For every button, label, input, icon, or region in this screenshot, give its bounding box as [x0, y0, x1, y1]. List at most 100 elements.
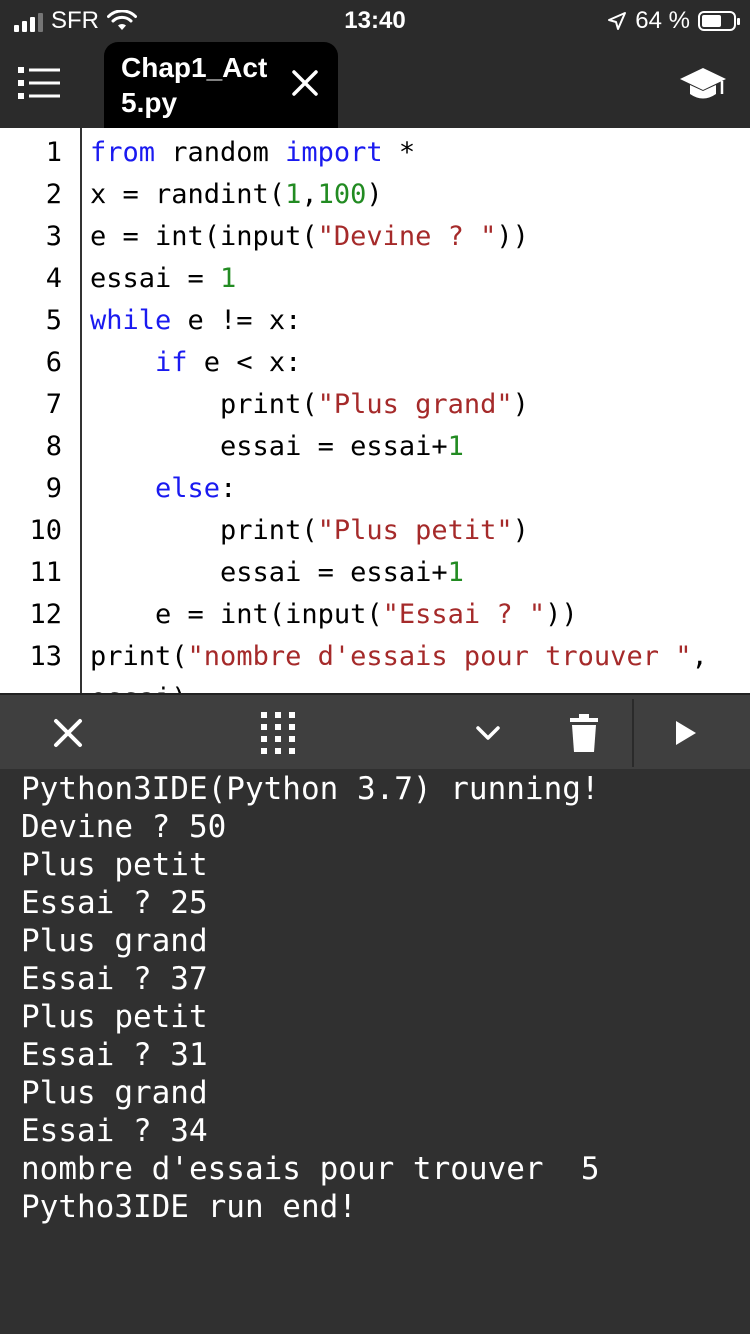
code-token: ) — [512, 389, 529, 420]
code-text: print("Plus petit") — [90, 510, 529, 552]
code-token: 1 — [285, 179, 302, 210]
code-line[interactable]: 1 from random import * — [0, 132, 750, 174]
code-text: e = int(input("Essai ? ")) — [90, 594, 578, 636]
clear-console-button[interactable] — [544, 695, 624, 771]
line-number: 9 — [45, 473, 62, 504]
line-number: 11 — [29, 557, 62, 588]
code-text: essai = essai+1 — [90, 426, 464, 468]
code-token: if — [155, 347, 188, 378]
code-token: "Devine ? " — [317, 221, 497, 252]
keyboard-button[interactable] — [238, 695, 318, 771]
line-number: 8 — [45, 431, 62, 462]
code-text: while e != x: — [90, 300, 301, 342]
close-console-button[interactable] — [28, 695, 108, 771]
console-output-line: Devine ? 50 — [21, 809, 227, 845]
line-number: 5 — [45, 305, 62, 336]
code-token: essai = essai+ — [90, 557, 448, 588]
code-token: while — [90, 305, 172, 336]
location-arrow-icon — [608, 12, 627, 30]
status-bar: SFR 13:40 64 % — [0, 0, 750, 42]
close-icon — [54, 719, 82, 747]
file-tab[interactable]: Chap1_Act 5.py — [104, 42, 338, 128]
line-number: 3 — [45, 221, 62, 252]
code-token: 1 — [220, 263, 237, 294]
code-token: , — [301, 179, 318, 210]
close-tab-icon[interactable] — [290, 68, 320, 98]
code-text: else: — [90, 468, 236, 510]
code-token: "Essai ? " — [382, 599, 546, 630]
code-line[interactable]: 12 e = int(input("Essai ? ")) — [0, 594, 750, 636]
code-token: else — [155, 473, 221, 504]
code-editor[interactable]: 1 from random import * 2 x = randint(1,100)… — [0, 128, 750, 693]
code-token: * — [382, 137, 416, 168]
menu-list-icon[interactable] — [18, 64, 60, 102]
console-output-line: Essai ? 31 — [21, 1037, 208, 1073]
code-line-wrapped[interactable]: essai) — [0, 678, 750, 693]
toolbar-divider — [632, 699, 634, 767]
code-token: x = randint( — [90, 179, 286, 210]
code-text: print("Plus grand") — [90, 384, 529, 426]
code-text: from random import * — [90, 132, 415, 174]
code-line[interactable]: 11 essai = essai+1 — [0, 552, 750, 594]
code-token: random — [155, 137, 286, 168]
code-token: )) — [496, 221, 529, 252]
code-token: e != x: — [171, 305, 302, 336]
console-output[interactable]: Python3IDE(Python 3.7) running! Devine ? … — [0, 769, 750, 1334]
battery-icon — [698, 11, 740, 31]
code-token: "Plus petit" — [317, 515, 513, 546]
line-number: 2 — [45, 179, 62, 210]
code-line[interactable]: 9 else: — [0, 468, 750, 510]
line-number: 13 — [29, 641, 62, 672]
code-token: print( — [90, 641, 188, 672]
code-line[interactable]: 5 while e != x: — [0, 300, 750, 342]
file-tab-title-line1: Chap1_Act — [121, 52, 268, 83]
keypad-grid-icon — [261, 712, 295, 754]
graduation-cap-icon[interactable] — [678, 64, 728, 104]
code-line[interactable]: 10 print("Plus petit") — [0, 510, 750, 552]
code-token: ) — [366, 179, 383, 210]
console-output-line: nombre d'essais pour trouver 5 — [21, 1151, 600, 1187]
play-icon — [676, 721, 696, 745]
code-token: e = int(input( — [90, 599, 383, 630]
code-text: print("nombre d'essais pour trouver ", — [90, 636, 708, 678]
code-line[interactable]: 13 print("nombre d'essais pour trouver ", — [0, 636, 750, 678]
console-output-line: Plus petit — [21, 847, 208, 883]
console-output-line: Essai ? 25 — [21, 885, 208, 921]
code-token: 1 — [447, 431, 464, 462]
console-output-line: Plus grand — [21, 923, 208, 959]
code-token: print( — [90, 515, 318, 546]
code-line[interactable]: 6 if e < x: — [0, 342, 750, 384]
line-number: 12 — [29, 599, 62, 630]
code-text: essai = 1 — [90, 258, 236, 300]
code-token: from — [90, 137, 156, 168]
run-button[interactable] — [646, 695, 726, 771]
top-bar: SFR 13:40 64 % Chap1_Act 5.py — [0, 0, 750, 128]
battery-percent: 64 % — [635, 7, 690, 34]
code-token: "nombre d'essais pour trouver " — [187, 641, 692, 672]
code-token: import — [285, 137, 383, 168]
console-output-line: Plus grand — [21, 1075, 208, 1111]
code-line[interactable]: 8 essai = essai+1 — [0, 426, 750, 468]
code-token: "Plus grand" — [317, 389, 513, 420]
console-output-line: Python3IDE(Python 3.7) running! — [21, 771, 600, 807]
trash-icon — [570, 714, 598, 752]
code-token: , — [691, 641, 708, 672]
code-text: e = int(input("Devine ? ")) — [90, 216, 529, 258]
line-number: 1 — [45, 137, 62, 168]
file-tab-title-line2: 5.py — [121, 87, 178, 118]
console-output-line: Plus petit — [21, 999, 208, 1035]
code-token: 1 — [447, 557, 464, 588]
code-line[interactable]: 4 essai = 1 — [0, 258, 750, 300]
code-text: essai) — [90, 678, 188, 693]
code-token: )) — [545, 599, 578, 630]
code-line[interactable]: 3 e = int(input("Devine ? ")) — [0, 216, 750, 258]
file-tab-title: Chap1_Act 5.py — [121, 50, 281, 120]
code-token: 100 — [317, 179, 367, 210]
line-number: 7 — [45, 389, 62, 420]
collapse-console-button[interactable] — [448, 695, 528, 771]
console-output-line: Essai ? 34 — [21, 1113, 208, 1149]
code-line[interactable]: 7 print("Plus grand") — [0, 384, 750, 426]
code-line[interactable]: 2 x = randint(1,100) — [0, 174, 750, 216]
line-number: 6 — [45, 347, 62, 378]
